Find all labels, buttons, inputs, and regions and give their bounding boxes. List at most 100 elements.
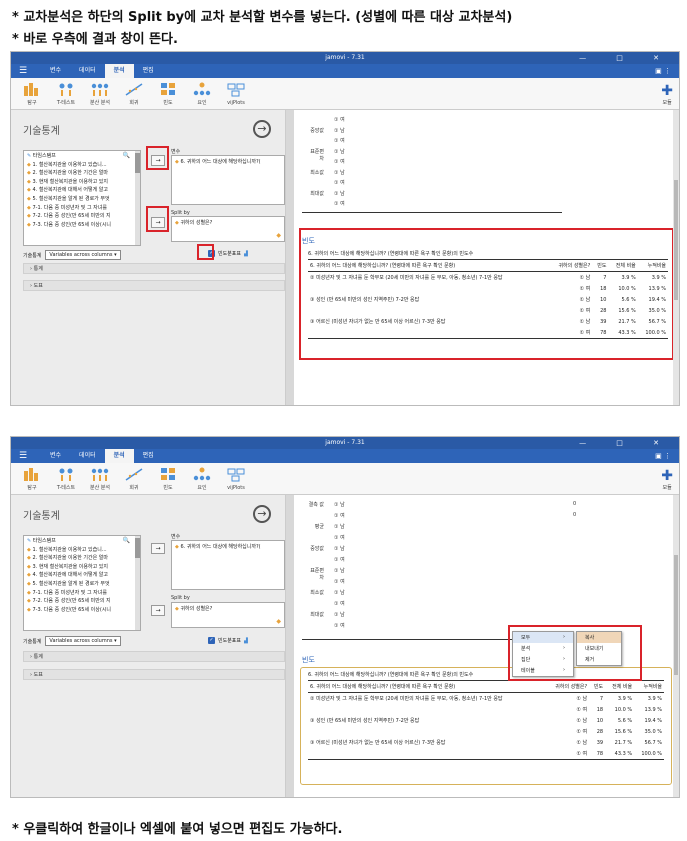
variables-box[interactable]: ◆ 6. 귀하의 어느 대상에 해당하십니까?( [171,155,285,205]
go-arrow-icon[interactable]: → [253,505,271,523]
window-extra-icons[interactable]: ▣ ⋮ [655,452,671,460]
table-cell: 5.6 % [621,296,636,303]
checkbox-checked-icon[interactable]: ✓ [208,637,215,644]
context-menu-item[interactable]: 모두 › [513,632,573,643]
list-scrollbar-thumb[interactable] [135,538,140,558]
list-item[interactable]: ◆ 7-3. 다음 중 성인(만 65세 이상(시니 [24,605,140,614]
ribbon-exploration[interactable]: 탐구 [15,466,49,494]
list-item[interactable]: ◆ 5. 철산복지관을 알게 된 경로가 무엇 [24,194,140,203]
ribbon-vijplots[interactable]: vijPlots [219,82,253,109]
freq-checkbox-row[interactable]: ✓ 빈도분표표 ▟ [208,637,248,644]
ribbon-anova[interactable]: 분산 분석 [83,466,117,494]
list-item[interactable]: ◆ 4. 철산복지관에 대해서 어떻게 알고 [24,570,140,579]
window-extra-icons[interactable]: ▣ ⋮ [655,67,671,75]
export-menu-item[interactable]: 내보내기 [577,643,621,654]
plots-section[interactable]: › 도표 [23,280,285,291]
hamburger-menu-icon[interactable]: ☰ [19,66,41,76]
results-scrollbar[interactable] [673,495,679,797]
list-item[interactable]: ◆ 7-3. 다음 중 성인(만 65세 이상(시니 [24,220,140,229]
variables-box[interactable]: ◆ 6. 귀하의 어느 대상에 해당하십니까?( [171,540,285,590]
ribbon-ttests[interactable]: T-테스트 [49,466,83,494]
datatable-select[interactable]: Variables across columns ▾ [45,636,121,646]
table-cell: ① 남 [579,275,591,281]
ribbon-regression[interactable]: 회귀 [117,466,151,494]
tab-variables[interactable]: 변수 [41,449,70,463]
remove-menu-item[interactable]: 제거 [577,654,621,665]
list-item[interactable]: ◆ 7-2. 다음 중 성인(만 65세 미만의 지 [24,596,140,605]
ribbon-factor[interactable]: 요인 [185,466,219,494]
plots-section[interactable]: › 도표 [23,669,285,680]
move-to-variables-button[interactable]: → [151,155,165,166]
ribbon-vijplots[interactable]: vijPlots [219,467,253,494]
context-menu-item[interactable]: 분석 › [513,643,573,654]
context-menu[interactable]: 모두 › 분석 › 집단 › 테이블 › [512,631,574,677]
context-menu-item[interactable]: 테이블 › [513,665,573,676]
frequencies-icon [151,81,185,97]
tab-analyses[interactable]: 분석 [104,449,134,463]
go-arrow-icon[interactable]: → [253,120,271,138]
copy-menu-item[interactable]: 복사 [577,632,621,643]
source-variable-list[interactable]: 🔍 ✎ 타임스탬프 ◆ 1. 철산복지관을 이용하고 있습니... ◆ 2. 철… [23,150,141,246]
freq-checkbox-row[interactable]: ✓ 빈도분표표 ▟ [208,250,248,257]
list-item[interactable]: ◆ 3. 현재 철산복지관을 이용하고 있지 [24,562,140,571]
context-menu-item[interactable]: 집단 › [513,654,573,665]
ribbon-factor[interactable]: 요인 [185,81,219,109]
statistics-section[interactable]: › 통계 [23,651,285,662]
datatable-select[interactable]: Variables across columns ▾ [45,250,121,260]
splitby-box[interactable]: ◆ 귀하의 성별은? ◆ [171,602,285,628]
list-item[interactable]: ◆ 2. 철산복지관을 이용한 기간은 얼마 [24,553,140,562]
list-item[interactable]: ◆ 7-1. 다음 중 미성년자 및 그 자녀를 [24,588,140,597]
move-to-variables-button[interactable]: → [151,543,165,554]
list-scrollbar[interactable] [135,536,140,630]
ribbon-exploration[interactable]: 탐구 [15,81,49,109]
ribbon-ttests[interactable]: T-테스트 [49,81,83,109]
checkbox-checked-icon[interactable]: ✓ [208,250,215,257]
variables-value[interactable]: 6. 귀하의 어느 대상에 해당하십니까?( [180,544,260,550]
statistics-section[interactable]: › 통계 [23,263,285,274]
tab-data[interactable]: 데이터 [70,449,105,463]
ribbon-regression[interactable]: 회귀 [117,81,151,109]
tab-variables[interactable]: 변수 [41,64,70,78]
move-to-splitby-button[interactable]: → [151,217,165,228]
plus-icon: ✚ [661,468,673,484]
list-item[interactable]: ◆ 1. 철산복지관을 이용하고 있습니... [24,160,140,169]
list-item[interactable]: ◆ 2. 철산복지관을 이용한 기간은 얼마 [24,168,140,177]
ribbon-frequencies[interactable]: 빈도 [151,81,185,109]
splitby-box[interactable]: ◆ 귀하의 성별은? ◆ [171,216,285,242]
list-item[interactable]: ◆ 4. 철산복지관에 대해서 어떻게 알고 [24,185,140,194]
source-variable-list[interactable]: 🔍 ✎ 타임스탬프 ◆ 1. 철산복지관을 이용하고 있습니... ◆ 2. 철… [23,535,141,631]
search-icon[interactable]: 🔍 [123,537,130,544]
move-to-splitby-button[interactable]: → [151,605,165,616]
splitby-value[interactable]: 귀하의 성별은? [180,220,212,226]
list-item[interactable]: ◆ 7-2. 다음 중 성인(만 65세 미만의 지 [24,211,140,220]
tab-analyses[interactable]: 분석 [104,64,134,78]
hamburger-menu-icon[interactable]: ☰ [19,451,41,461]
tab-data[interactable]: 데이터 [70,64,105,78]
list-item[interactable]: ◆ 5. 철산복지관을 알게 된 경로가 무엇 [24,579,140,588]
context-submenu[interactable]: 복사 내보내기 제거 [576,631,622,666]
list-item[interactable]: ◆ 7-1. 다음 중 미성년자 및 그 자녀를 [24,203,140,212]
window-controls[interactable]: — □ ✕ [579,52,673,64]
frequency-table[interactable]: 6. 귀하의 어느 대상에 해당하십니까? (연령대에 따른 욕구 확인 문항)… [308,250,668,339]
list-item[interactable]: ◆ 1. 철산복지관을 이용하고 있습니... [24,545,140,554]
modules-button[interactable]: ✚ 모듈 [661,83,673,106]
modules-button[interactable]: ✚ 모듈 [661,468,673,491]
list-scrollbar[interactable] [135,151,140,245]
ribbon-anova[interactable]: 분산 분석 [83,81,117,109]
variables-value[interactable]: 6. 귀하의 어느 대상에 해당하십니까?( [180,159,260,165]
splitby-value[interactable]: 귀하의 성별은? [180,606,212,612]
results-scrollbar-thumb[interactable] [674,555,678,675]
tab-edit[interactable]: 편집 [134,449,163,463]
variables-label: 변수 [171,149,181,155]
results-scrollbar-thumb[interactable] [674,180,678,300]
results-scrollbar[interactable] [673,110,679,405]
window-controls[interactable]: — □ ✕ [579,437,673,449]
frequency-table[interactable]: 6. 귀하의 어느 대상에 해당하십니까? (연령대에 따른 욕구 확인 문항)… [308,671,664,760]
panel-splitter[interactable] [286,110,294,405]
panel-splitter[interactable] [286,495,294,797]
tab-edit[interactable]: 편집 [134,64,163,78]
list-item[interactable]: ◆ 3. 현재 철산복지관을 이용하고 있지 [24,177,140,186]
list-scrollbar-thumb[interactable] [135,153,140,173]
ribbon-frequencies[interactable]: 빈도 [151,466,185,494]
search-icon[interactable]: 🔍 [123,152,130,159]
